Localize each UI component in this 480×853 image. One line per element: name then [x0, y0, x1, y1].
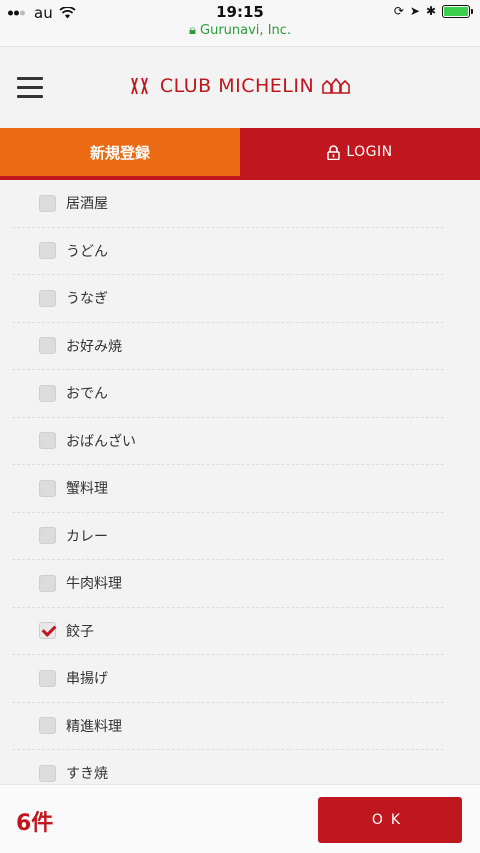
list-item-label: おでん: [66, 386, 108, 403]
list-item-label: カレー: [66, 528, 108, 545]
checkbox[interactable]: [39, 527, 56, 545]
footer-bar: 6件 OK: [0, 784, 480, 853]
list-item[interactable]: おでん: [12, 370, 444, 418]
list-item-label: 串揚げ: [66, 671, 108, 688]
checkbox[interactable]: [39, 289, 56, 307]
checkbox[interactable]: [39, 194, 56, 212]
checkbox[interactable]: [39, 384, 56, 402]
bluetooth-icon: ✱: [425, 4, 436, 18]
checkbox[interactable]: [39, 764, 56, 782]
lock-icon: 🔒︎: [188, 23, 196, 38]
status-icons: ⟳ ➤ ✱: [393, 4, 473, 18]
list-item[interactable]: うどん: [12, 228, 444, 275]
list-item[interactable]: うなぎ: [12, 275, 444, 323]
list-item[interactable]: 餃子: [12, 608, 444, 655]
tab-register[interactable]: 新規登録: [0, 128, 240, 176]
ok-button[interactable]: OK: [318, 797, 462, 843]
status-bar: au 19:15 🔒︎ Gurunavi, Inc. ⟳ ➤ ✱: [0, 0, 480, 46]
checkbox[interactable]: [39, 622, 56, 640]
list-item-label: うどん: [66, 243, 108, 260]
location-icon: ➤: [409, 4, 420, 18]
tab-login[interactable]: LOGIN: [240, 128, 480, 176]
list-item-label: すき焼: [66, 766, 108, 783]
club-michelin-logo[interactable]: CLUB MICHELIN: [0, 75, 480, 97]
genre-checkbox-list: 居酒屋うどんうなぎお好み焼おでんおばんざい蟹料理カレー牛肉料理餃子串揚げ精進料理…: [0, 180, 480, 784]
url-label: Gurunavi, Inc.: [200, 23, 292, 38]
cutlery-icon: [130, 77, 148, 95]
list-item[interactable]: すき焼: [12, 750, 444, 784]
list-item[interactable]: 居酒屋: [12, 180, 444, 228]
auth-tabs: 新規登録 LOGIN: [0, 128, 480, 176]
list-item-label: 居酒屋: [66, 196, 108, 213]
list-item-label: 蟹料理: [66, 481, 108, 498]
login-label: LOGIN: [346, 144, 393, 160]
list-item-label: 精進料理: [66, 718, 122, 735]
list-item-label: うなぎ: [66, 291, 108, 308]
checkbox[interactable]: [39, 432, 56, 450]
checkbox[interactable]: [39, 479, 56, 497]
houses-icon: [322, 78, 350, 94]
app-header: CLUB MICHELIN: [0, 46, 480, 128]
list-item-label: 餃子: [66, 623, 94, 640]
list-item-label: 牛肉料理: [66, 576, 122, 593]
checkbox[interactable]: [39, 574, 56, 592]
checkbox[interactable]: [39, 717, 56, 735]
checkbox[interactable]: [39, 337, 56, 355]
result-count: 6件: [16, 811, 54, 836]
list-item[interactable]: 牛肉料理: [12, 560, 444, 608]
list-item[interactable]: カレー: [12, 513, 444, 560]
list-item-label: お好み焼: [66, 338, 122, 355]
list-item[interactable]: お好み焼: [12, 323, 444, 370]
checkbox[interactable]: [39, 242, 56, 260]
orientation-lock-icon: ⟳: [393, 4, 404, 18]
list-item[interactable]: 串揚げ: [12, 655, 444, 703]
list-item[interactable]: 精進料理: [12, 703, 444, 750]
logo-text: CLUB MICHELIN: [159, 75, 315, 97]
checkbox[interactable]: [39, 669, 56, 687]
list-item-label: おばんざい: [66, 433, 136, 450]
padlock-icon: [327, 144, 341, 160]
list-item[interactable]: 蟹料理: [12, 465, 444, 513]
secure-url[interactable]: 🔒︎ Gurunavi, Inc.: [0, 23, 480, 38]
list-item[interactable]: おばんざい: [12, 418, 444, 465]
battery-icon: [442, 4, 473, 18]
